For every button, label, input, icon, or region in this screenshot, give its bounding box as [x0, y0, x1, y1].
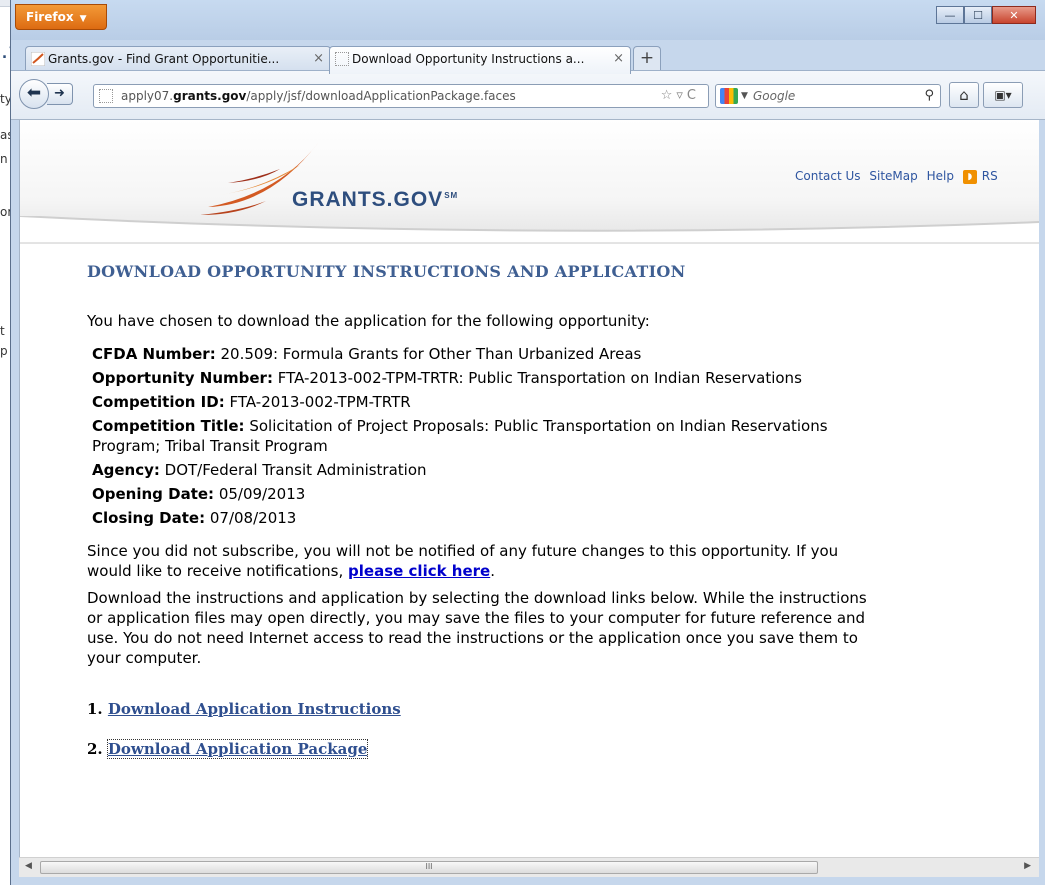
- site-header: GRANTS.GOVSM Contact Us SiteMap Help ◗ RS: [20, 120, 1039, 244]
- url-bar[interactable]: apply07.grants.gov/apply/jsf/downloadApp…: [93, 84, 709, 108]
- site-identity-icon: [99, 89, 113, 103]
- magnifier-icon[interactable]: ⚲: [924, 85, 934, 107]
- detail-agency: Agency: DOT/Federal Transit Administrati…: [92, 461, 427, 479]
- scrollbar-thumb[interactable]: III: [40, 861, 818, 874]
- detail-cfda: CFDA Number: 20.509: Formula Grants for …: [92, 345, 642, 363]
- new-tab-button[interactable]: +: [633, 46, 661, 70]
- page-content: GRANTS.GOVSM Contact Us SiteMap Help ◗ RS…: [19, 120, 1039, 857]
- home-button[interactable]: ⌂: [949, 82, 979, 108]
- tab-grants-find[interactable]: Grants.gov - Find Grant Opportunitie... …: [25, 46, 331, 72]
- grants-favicon-icon: [31, 52, 45, 66]
- detail-competition-title: Competition Title: Solicitation of Proje…: [92, 417, 828, 435]
- site-logo-text[interactable]: GRANTS.GOVSM: [292, 188, 458, 212]
- rss-icon[interactable]: ◗: [962, 169, 977, 184]
- close-tab-icon[interactable]: ×: [313, 47, 324, 71]
- background-text-fragment: p: [0, 344, 8, 358]
- bookmarks-icon: ▣▾: [994, 88, 1012, 102]
- home-icon: ⌂: [959, 86, 969, 104]
- detail-closing-date: Closing Date: 07/08/2013: [92, 509, 297, 527]
- background-text-fragment: n: [0, 152, 8, 166]
- reload-icon[interactable]: C: [687, 88, 700, 103]
- header-swoosh: [20, 216, 1039, 242]
- firefox-menu-button[interactable]: Firefox ▼: [15, 4, 107, 30]
- scroll-right-icon[interactable]: ▶: [1024, 861, 1031, 871]
- background-text-fragment: t: [0, 324, 5, 338]
- url-bar-icons: ☆▿C: [661, 85, 700, 107]
- url-text: apply07.grants.gov/apply/jsf/downloadApp…: [121, 89, 516, 103]
- header-links: Contact Us SiteMap Help ◗ RS: [795, 169, 1003, 184]
- title-bar: Firefox ▼ — ☐ ✕: [11, 0, 1045, 40]
- tab-strip: Grants.gov - Find Grant Opportunitie... …: [11, 40, 1045, 74]
- search-placeholder: Google: [753, 89, 796, 103]
- page-title: DOWNLOAD OPPORTUNITY INSTRUCTIONS AND AP…: [87, 262, 686, 281]
- download-package-item: 2. Download Application Package: [87, 739, 369, 759]
- rss-link[interactable]: RS: [982, 169, 998, 183]
- bookmark-star-icon[interactable]: ☆: [661, 88, 677, 103]
- subscribe-text: Since you did not subscribe, you will no…: [87, 542, 839, 580]
- firefox-menu-label: Firefox: [26, 10, 74, 24]
- close-window-button[interactable]: ✕: [992, 6, 1036, 24]
- tab-label: Download Opportunity Instructions a...: [352, 52, 585, 66]
- help-link[interactable]: Help: [927, 169, 954, 183]
- scroll-left-icon[interactable]: ◀: [25, 861, 32, 871]
- maximize-button[interactable]: ☐: [964, 6, 992, 24]
- navigation-toolbar: ➜ ⬅ apply07.grants.gov/apply/jsf/downloa…: [11, 70, 1045, 120]
- browser-window: Firefox ▼ — ☐ ✕ Grants.gov - Find Grant O…: [10, 0, 1045, 885]
- tab-download-instructions[interactable]: Download Opportunity Instructions a... ×: [329, 46, 631, 74]
- bookmarks-menu-button[interactable]: ▣▾: [983, 82, 1023, 108]
- subscribe-link[interactable]: please click here: [348, 562, 490, 580]
- history-dropdown-icon[interactable]: ▿: [676, 88, 687, 103]
- detail-opening-date: Opening Date: 05/09/2013: [92, 485, 306, 503]
- download-instructions-link[interactable]: Download Application Instructions: [108, 700, 401, 718]
- search-bar[interactable]: ▼ Google ⚲: [715, 84, 941, 108]
- horizontal-scrollbar[interactable]: ◀ III ▶: [19, 857, 1039, 877]
- minimize-button[interactable]: —: [936, 6, 964, 24]
- intro-text: You have chosen to download the applicat…: [87, 312, 650, 330]
- close-tab-icon[interactable]: ×: [613, 47, 624, 71]
- detail-opportunity-number: Opportunity Number: FTA-2013-002-TPM-TRT…: [92, 369, 802, 387]
- tab-label: Grants.gov - Find Grant Opportunitie...: [48, 52, 280, 66]
- detail-competition-title-cont: Program; Tribal Transit Program: [92, 437, 328, 455]
- arrow-right-icon: ➜: [54, 86, 65, 101]
- detail-competition-id: Competition ID: FTA-2013-002-TPM-TRTR: [92, 393, 411, 411]
- chevron-down-icon: ▼: [79, 14, 87, 24]
- sitemap-link[interactable]: SiteMap: [869, 169, 917, 183]
- window-controls: — ☐ ✕: [936, 6, 1036, 24]
- contact-us-link[interactable]: Contact Us: [795, 169, 861, 183]
- arrow-left-icon: ⬅: [26, 83, 42, 103]
- forward-button[interactable]: ➜: [47, 83, 73, 105]
- back-button[interactable]: ⬅: [19, 79, 49, 109]
- back-forward-group: ➜ ⬅: [19, 79, 77, 109]
- download-package-link[interactable]: Download Application Package: [106, 739, 369, 759]
- download-instructions-text: Download the instructions and applicatio…: [87, 589, 867, 667]
- google-engine-icon[interactable]: [720, 88, 738, 104]
- download-instructions-item: 1. Download Application Instructions: [87, 700, 401, 718]
- blank-page-icon: [335, 52, 349, 66]
- chevron-down-icon: ▼: [741, 91, 748, 101]
